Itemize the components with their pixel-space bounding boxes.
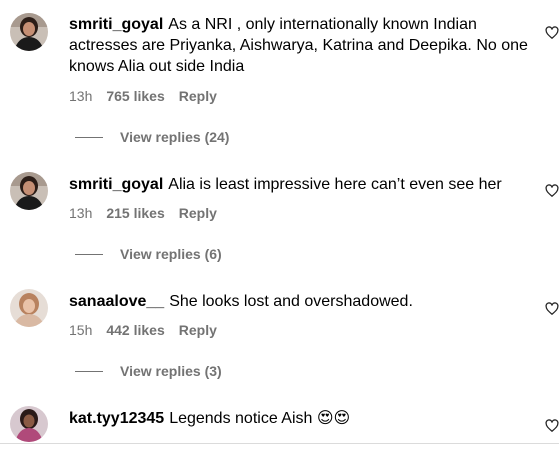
- comment-text: She looks lost and overshadowed.: [169, 293, 413, 310]
- avatar[interactable]: [10, 289, 48, 327]
- reply-button[interactable]: Reply: [179, 205, 217, 221]
- comment-username[interactable]: sanaalove__: [69, 293, 164, 310]
- replies-divider: [75, 370, 103, 372]
- comment-likes[interactable]: 442 likes: [106, 322, 164, 338]
- view-replies-button[interactable]: View replies (6): [75, 245, 222, 263]
- comment-time: 15h: [69, 322, 93, 338]
- comment-time: 13h: [69, 205, 93, 221]
- view-replies-label: View replies (3): [120, 363, 222, 379]
- comment-body: smriti_goyal Alia is least impressive her…: [69, 174, 539, 195]
- comment-body: kat.tyy12345 Legends notice Aish 😍😍: [69, 408, 539, 429]
- heart-outline-icon[interactable]: [545, 302, 559, 316]
- view-replies-label: View replies (6): [120, 246, 222, 262]
- comment-likes[interactable]: 765 likes: [106, 88, 164, 104]
- comment-time: 13h: [69, 88, 93, 104]
- comment-username[interactable]: kat.tyy12345: [69, 410, 164, 427]
- reply-button[interactable]: Reply: [179, 88, 217, 104]
- view-replies-button[interactable]: View replies (24): [75, 128, 229, 146]
- avatar[interactable]: [10, 172, 48, 210]
- avatar[interactable]: [10, 13, 48, 51]
- comment-username[interactable]: smriti_goyal: [69, 176, 163, 193]
- replies-divider: [75, 253, 103, 255]
- heart-outline-icon[interactable]: [545, 419, 559, 433]
- comment-text: Alia is least impressive here can’t even…: [168, 176, 502, 193]
- avatar[interactable]: [10, 406, 48, 442]
- replies-divider: [75, 136, 103, 138]
- view-replies-button[interactable]: View replies (3): [75, 362, 222, 380]
- reply-button[interactable]: Reply: [179, 322, 217, 338]
- comment-text: Legends notice Aish 😍😍: [169, 410, 351, 427]
- comment-meta: 13h 215 likes Reply: [69, 204, 217, 222]
- view-replies-label: View replies (24): [120, 129, 230, 145]
- comment-meta: 15h 442 likes Reply: [69, 321, 217, 339]
- comment-meta: 13h 765 likes Reply: [69, 87, 217, 105]
- comment-username[interactable]: smriti_goyal: [69, 16, 163, 33]
- comment-likes[interactable]: 215 likes: [106, 205, 164, 221]
- heart-outline-icon[interactable]: [545, 184, 559, 198]
- comment-body: sanaalove__ She looks lost and overshadow…: [69, 291, 539, 312]
- bottom-divider: [0, 443, 559, 444]
- heart-outline-icon[interactable]: [545, 26, 559, 40]
- comment-body: smriti_goyal As a NRI , only internationa…: [69, 14, 539, 77]
